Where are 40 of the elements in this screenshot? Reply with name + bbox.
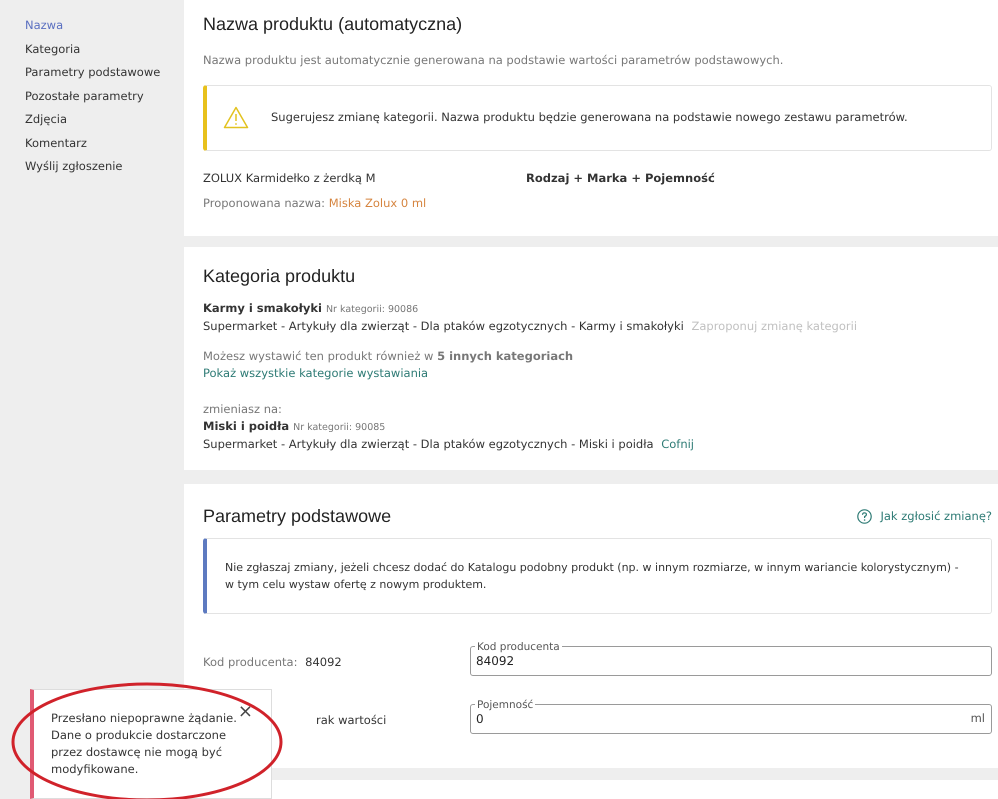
alert-message: Sugerujesz zmianę kategorii. Nazwa produktu będzie generowana na podstawie nowego zestawu parametrów. — [271, 109, 908, 126]
disabled-link: Zaproponuj zmianę kategorii — [691, 318, 858, 333]
info-text: Możesz wystawić ten produkt również w 5 innych kategoriach — [203, 348, 574, 365]
description-text: Nazwa produktu jest automatycznie generowana na podstawie wartości parametrów podstawowych. — [203, 52, 784, 69]
field-value: 84092 — [305, 654, 342, 669]
proposed-name-value: Miska Zolux 0 ml — [328, 196, 426, 210]
link[interactable]: Cofnij — [661, 436, 694, 451]
change-label: zmieniasz na: — [203, 400, 283, 418]
link[interactable]: Pokaż wszystkie kategorie wystawiania — [203, 366, 428, 380]
warning-icon — [223, 106, 249, 130]
toast-message: Przesłano niepoprawne żądanie. Dane o produkcie dostarczone przez dostawcę nie mogą być modyfikowane. — [51, 711, 237, 776]
input-field[interactable]: Pojemność 0 ml — [470, 700, 992, 734]
section-title: Nazwa produktu (automatyczna) — [203, 14, 464, 36]
sidebar-link[interactable]: Wyślij zgłoszenie — [25, 155, 184, 178]
category-name: Miski i poidła — [203, 418, 290, 433]
field-label: rak wartości — [316, 712, 386, 727]
category-name: Karmy i smakołyki — [203, 300, 322, 315]
sidebar-link[interactable]: Parametry podstawowe — [25, 61, 184, 84]
field-label: Kod producenta: — [203, 654, 298, 669]
sidebar-link[interactable]: Zdjęcia — [25, 108, 184, 132]
field-value-input[interactable]: 0 — [476, 710, 971, 728]
category-number: Nr kategorii: 90086 — [326, 304, 418, 315]
info-message: Nie zgłaszaj zmiany, jeżeli chcesz dodać do Katalogu podobny produkt (np. w innym rozmiarze, w innym wariancie kolorystycznym) - w tym celu wystaw ofertę z nowym produktem. — [225, 560, 959, 591]
input-field[interactable]: Kod producenta 84092 — [470, 642, 992, 676]
help-link[interactable]: Jak zgłosić zmianę? — [857, 508, 992, 526]
sidebar-link[interactable]: Komentarz — [25, 132, 184, 155]
product-name: ZOLUX Karmidełko z żerdką M — [203, 170, 377, 187]
sidebar-link[interactable]: Kategoria — [25, 38, 184, 61]
section-title: Parametry podstawowe — [203, 506, 392, 528]
name-formula: Rodzaj + Marka + Pojemność — [526, 170, 715, 187]
sidebar-link[interactable]: Pozostałe parametry — [25, 84, 184, 108]
section-title: Kategoria produktu — [203, 266, 356, 288]
category-number: Nr kategorii: 90085 — [293, 422, 386, 433]
proposed-name-label: Proponowana nazwa: — [203, 196, 326, 210]
close-button[interactable]: × — [238, 703, 253, 721]
help-icon — [857, 509, 872, 524]
category-path: Supermarket - Artykuły dla zwierząt - Dla ptaków egzotycznych - Karmy i smakołyki — [203, 318, 684, 333]
sidebar-link[interactable]: Nazwa — [25, 14, 184, 38]
field-value-input[interactable]: 84092 — [476, 652, 985, 670]
category-path: Supermarket - Artykuły dla zwierząt - Dla ptaków egzotycznych - Miski i poidła — [203, 436, 654, 451]
